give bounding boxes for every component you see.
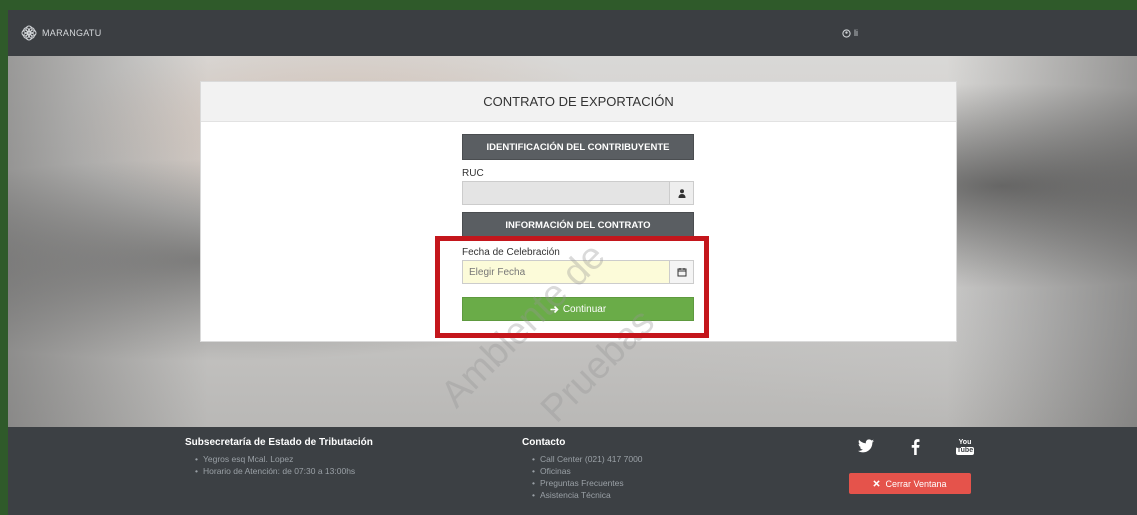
- footer-contact-title: Contacto: [522, 437, 566, 448]
- youtube-text-bottom: Tube: [955, 447, 975, 455]
- footer-sub-item: Yegros esq Mcal. Lopez: [185, 453, 373, 465]
- brand-logo[interactable]: MARANGATU: [20, 24, 102, 42]
- flower-logo-icon: [21, 25, 37, 41]
- brand-name: MARANGATU: [42, 28, 102, 38]
- section-contrato-button[interactable]: INFORMACIÓN DEL CONTRATO: [462, 212, 694, 238]
- user-menu[interactable]: li: [842, 28, 858, 38]
- twitter-icon[interactable]: [856, 439, 876, 453]
- top-navbar: MARANGATU li: [8, 10, 1137, 56]
- app-window: MARANGATU li CONTRATO DE EXPORTACIÓN IDE…: [8, 10, 1137, 515]
- user-icon: [669, 182, 693, 204]
- footer-sub-column: Subsecretaría de Estado de Tributación Y…: [185, 437, 373, 477]
- close-icon: [873, 480, 881, 487]
- user-name: li: [854, 28, 858, 38]
- footer-contact-item[interactable]: Asistencia Técnica: [522, 489, 643, 501]
- footer-sub-item: Horario de Atención: de 07:30 a 13:00hs: [185, 465, 373, 477]
- footer-contact-column: Contacto Call Center (021) 417 7000 Ofic…: [522, 437, 643, 501]
- close-window-label: Cerrar Ventana: [885, 478, 947, 489]
- youtube-text-top: You: [958, 439, 972, 446]
- ruc-input[interactable]: [463, 182, 669, 204]
- card-header: CONTRATO DE EXPORTACIÓN: [201, 82, 956, 122]
- close-window-button[interactable]: Cerrar Ventana: [849, 473, 971, 494]
- footer-sub-title: Subsecretaría de Estado de Tributación: [185, 437, 373, 448]
- page-title: CONTRATO DE EXPORTACIÓN: [483, 94, 674, 109]
- section-identificacion-button[interactable]: IDENTIFICACIÓN DEL CONTRIBUYENTE: [462, 134, 694, 160]
- highlight-box: [435, 236, 709, 338]
- ruc-label: RUC: [462, 168, 484, 179]
- footer-contact-item[interactable]: Preguntas Frecuentes: [522, 477, 643, 489]
- youtube-icon[interactable]: You Tube: [953, 439, 977, 455]
- footer-contact-item[interactable]: Call Center (021) 417 7000: [522, 453, 643, 465]
- ruc-input-group: [462, 181, 694, 205]
- footer-contact-item[interactable]: Oficinas: [522, 465, 643, 477]
- facebook-icon[interactable]: [908, 439, 922, 455]
- hero-shade-left: [8, 56, 208, 427]
- hero-shade-right: [947, 56, 1137, 427]
- footer: Subsecretaría de Estado de Tributación Y…: [8, 427, 1137, 515]
- user-circle-icon: [842, 28, 851, 38]
